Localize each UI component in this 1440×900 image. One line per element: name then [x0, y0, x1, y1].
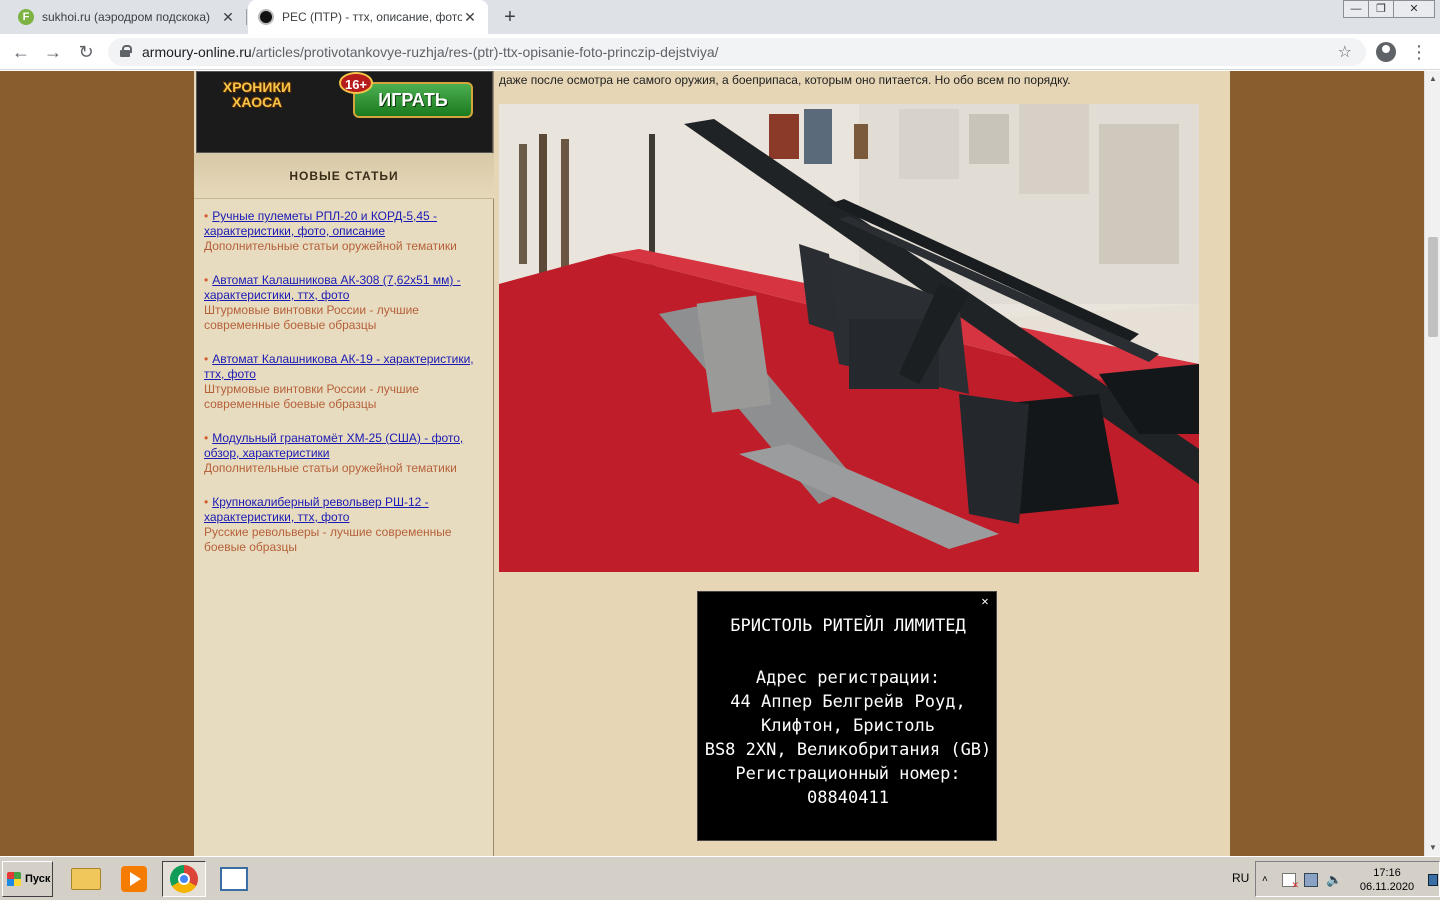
address-line: Адрес регистрации: — [755, 668, 941, 688]
bookmark-star-icon[interactable]: ☆ — [1338, 42, 1352, 62]
address-line: Регистрационный номер: — [735, 764, 961, 784]
tab-sukhoi[interactable]: F sukhoi.ru (аэродром подскока) ✕ — [8, 0, 246, 34]
system-tray: ˄ 🔈 17:16 06.11.2020 — [1255, 861, 1440, 897]
list-item: • Крупнокалиберный револьвер РШ-12 - хара… — [204, 495, 486, 555]
window-app-icon — [220, 867, 248, 891]
start-button[interactable]: Пуск — [2, 861, 53, 897]
taskbar-app[interactable] — [212, 861, 256, 897]
rifle-photo-illustration — [499, 104, 1199, 572]
taskbar-media-player[interactable] — [112, 861, 156, 897]
browser-toolbar: ← → ↻ armoury-online.ru/articles/protivo… — [0, 34, 1440, 70]
language-indicator[interactable]: RU — [1232, 871, 1249, 885]
company-address: Адрес регистрации: 44 Аппер Белгрейв Роу… — [698, 666, 998, 810]
scroll-up-icon[interactable]: ▲ — [1425, 71, 1440, 87]
new-tab-button[interactable]: + — [498, 5, 522, 29]
bullet-icon: • — [204, 273, 209, 287]
chrome-icon — [170, 865, 198, 893]
armoury-favicon-icon — [258, 9, 274, 25]
article-paragraph: даже после осмотра не самого оружия, а б… — [499, 73, 1071, 87]
article-category: Штурмовые винтовки России - лучшие совре… — [204, 303, 419, 332]
company-info-popup: ✕ БРИСТОЛЬ РИТЕЙЛ ЛИМИТЕД Адрес регистра… — [697, 591, 997, 841]
article-link[interactable]: Ручные пулеметы РПЛ-20 и КОРД-5,45 - хар… — [204, 209, 437, 238]
folder-icon — [71, 868, 101, 890]
address-bar[interactable]: armoury-online.ru/articles/protivotankov… — [108, 38, 1366, 66]
sukhoi-favicon-icon: F — [18, 9, 34, 25]
volume-icon[interactable]: 🔈 — [1326, 873, 1342, 887]
address-line: BS8 2XN, Великобритания (GB) — [704, 740, 992, 760]
back-button[interactable]: ← — [9, 40, 33, 64]
taskbar-explorer[interactable] — [64, 861, 108, 897]
taskbar: Пуск RU ˄ 🔈 17:16 06.11.2020 — [0, 856, 1440, 900]
minimize-button[interactable]: — — [1343, 0, 1369, 18]
reload-button[interactable]: ↻ — [74, 40, 98, 64]
menu-icon[interactable]: ⋮ — [1410, 40, 1428, 64]
page-viewport: ХРОНИКИ ХАОСА ИГРАТЬ 16+ НОВЫЕ СТАТЬИ • Р… — [0, 71, 1424, 856]
address-line: 08840411 — [807, 788, 889, 808]
close-tab-icon[interactable]: ✕ — [220, 9, 236, 25]
game-logo[interactable]: ХРОНИКИ ХАОСА — [211, 80, 303, 124]
lock-icon[interactable] — [120, 45, 132, 57]
tab-separator — [246, 9, 247, 25]
article-category: Русские револьверы - лучшие современные … — [204, 525, 452, 554]
scroll-thumb[interactable] — [1428, 237, 1438, 337]
game-ad-banner[interactable]: ХРОНИКИ ХАОСА ИГРАТЬ 16+ — [196, 71, 493, 153]
article-category: Дополнительные статьи оружейной тематики — [204, 239, 457, 253]
profile-avatar-icon[interactable] — [1376, 42, 1396, 62]
tab-armoury[interactable]: РЕС (ПТР) - ттх, описание, фото, п ✕ — [248, 0, 488, 34]
article-link[interactable]: Автомат Калашникова АК-19 - характеристи… — [204, 352, 474, 381]
forward-button[interactable]: → — [41, 40, 65, 64]
bullet-icon: • — [204, 352, 209, 366]
url-text[interactable]: armoury-online.ru/articles/protivotankov… — [142, 44, 719, 60]
list-item: • Модульный гранатомёт XM-25 (США) - фото… — [204, 431, 486, 476]
action-center-icon[interactable] — [1282, 873, 1299, 891]
start-label: Пуск — [25, 873, 51, 885]
age-rating-badge: 16+ — [339, 72, 373, 94]
article-link[interactable]: Модульный гранатомёт XM-25 (США) - фото,… — [204, 431, 463, 460]
sidebar: ХРОНИКИ ХАОСА ИГРАТЬ 16+ НОВЫЕ СТАТЬИ • Р… — [194, 71, 494, 856]
network-icon[interactable] — [1304, 873, 1318, 887]
address-line: 44 Аппер Белгрейв Роуд, — [730, 692, 966, 712]
address-line: Клифтон, Бристоль — [761, 716, 935, 736]
clock-date: 06.11.2020 — [1359, 881, 1415, 893]
clock-time: 17:16 — [1373, 867, 1401, 879]
list-item: • Автомат Калашникова АК-308 (7,62х51 мм)… — [204, 273, 486, 333]
article-category: Дополнительные статьи оружейной тематики — [204, 461, 457, 475]
page-container: ХРОНИКИ ХАОСА ИГРАТЬ 16+ НОВЫЕ СТАТЬИ • Р… — [194, 71, 1230, 856]
article-content: даже после осмотра не самого оружия, а б… — [495, 71, 1230, 856]
close-tab-icon[interactable]: ✕ — [462, 9, 478, 25]
scroll-down-icon[interactable]: ▼ — [1425, 840, 1440, 856]
media-player-icon — [121, 866, 147, 892]
maximize-button[interactable]: ❐ — [1368, 0, 1394, 18]
close-window-button[interactable]: ✕ — [1393, 0, 1435, 18]
taskbar-chrome[interactable] — [162, 861, 206, 897]
windows-logo-icon — [7, 872, 21, 886]
clock[interactable]: 17:16 06.11.2020 — [1352, 866, 1422, 894]
url-path: /articles/protivotankovye-ruzhja/res-(pt… — [251, 44, 719, 60]
list-item: • Автомат Калашникова АК-19 - характерист… — [204, 352, 486, 412]
url-host: armoury-online.ru — [142, 44, 252, 60]
article-photo — [499, 104, 1199, 572]
tab-title: РЕС (ПТР) - ттх, описание, фото, п — [282, 10, 462, 24]
article-link[interactable]: Автомат Калашникова АК-308 (7,62х51 мм) … — [204, 273, 461, 302]
bullet-icon: • — [204, 495, 209, 509]
close-icon[interactable]: ✕ — [978, 594, 992, 608]
company-name: БРИСТОЛЬ РИТЕЙЛ ЛИМИТЕД — [730, 616, 966, 636]
bullet-icon: • — [204, 431, 209, 445]
show-desktop-icon[interactable] — [1428, 874, 1438, 886]
tray-expand-icon[interactable]: ˄ — [1262, 874, 1268, 885]
bullet-icon: • — [204, 209, 209, 223]
article-link[interactable]: Крупнокалиберный револьвер РШ-12 - харак… — [204, 495, 429, 524]
new-articles-heading: НОВЫЕ СТАТЬИ — [194, 153, 494, 199]
new-articles-list: • Ручные пулеметы РПЛ-20 и КОРД-5,45 - ха… — [204, 209, 486, 574]
tab-strip: F sukhoi.ru (аэродром подскока) ✕ РЕС (П… — [0, 0, 1440, 34]
article-category: Штурмовые винтовки России - лучшие совре… — [204, 382, 419, 411]
list-item: • Ручные пулеметы РПЛ-20 и КОРД-5,45 - ха… — [204, 209, 486, 254]
page-scrollbar[interactable]: ▲ ▼ — [1424, 71, 1440, 856]
tab-title: sukhoi.ru (аэродром подскока) — [42, 10, 210, 24]
